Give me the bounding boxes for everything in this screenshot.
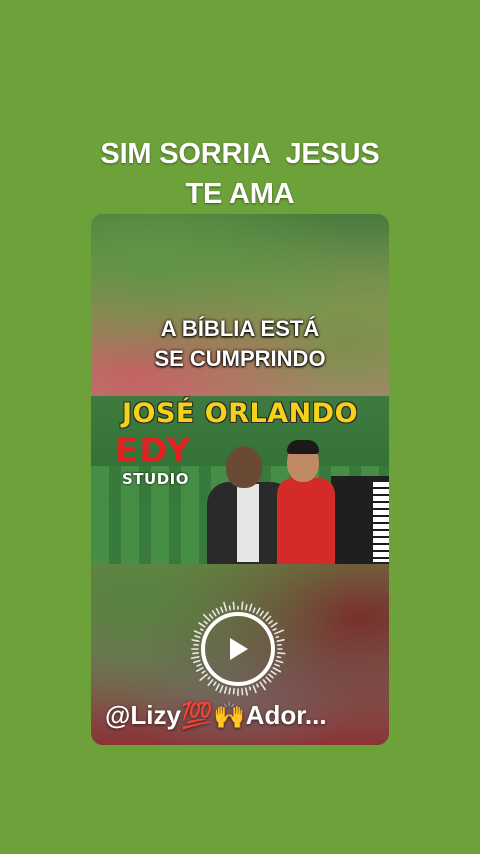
waveform-tick [196,663,202,667]
waveform-tick [211,610,217,617]
waveform-tick [248,686,252,691]
waveform-tick [268,673,274,679]
waveform-tick [213,681,217,686]
waveform-tick [270,670,277,676]
waveform-tick [223,686,228,694]
waveform-tick [259,610,264,617]
person-right-hair [287,440,319,454]
waveform-tick [201,670,206,674]
waveform-tick [207,679,214,687]
waveform-tick [190,655,200,660]
waveform-tick [262,611,269,619]
waveform-tick [262,679,267,684]
caption-line-1: A BÍBLIA ESTÁ [160,316,320,341]
play-icon [230,638,248,660]
waveform-tick [223,601,228,612]
waveform-tick [241,601,244,610]
waveform-tick [208,613,214,619]
video-thumbnail[interactable]: JOSÉ ORLANDO EDY STUDIO [91,396,389,564]
waveform-tick [202,613,211,622]
waveform-tick [256,607,261,615]
caption-line-2: SE CUMPRINDO [154,346,326,371]
waveform-tick [228,687,232,695]
username-label[interactable]: @Lizy💯🙌Ador... [105,698,383,732]
studio-logo-subtitle: STUDIO [122,470,189,488]
waveform-tick [270,622,278,628]
waveform-tick [275,659,284,664]
waveform-tick [252,685,257,694]
headline-line-1: SIM SORRIA JESUS [100,138,380,170]
waveform-tick [274,663,280,667]
waveform-tick [252,607,256,613]
play-button[interactable] [201,612,275,686]
video-caption: A BÍBLIA ESTÁ SE CUMPRINDO [91,314,389,374]
waveform-tick [268,620,274,625]
waveform-tick [265,615,272,622]
waveform-tick [203,620,208,625]
video-card[interactable]: A BÍBLIA ESTÁ SE CUMPRINDO JOSÉ ORLANDO … [91,214,389,745]
waveform-tick [198,622,206,628]
waveform-tick [215,683,220,691]
waveform-tick [265,676,272,683]
person-right-body [277,478,335,564]
waveform-tick [193,659,201,664]
waveform-tick [199,673,208,681]
waveform-tick [194,635,201,639]
thumbnail-title: JOSÉ ORLANDO [121,398,359,429]
waveform-tick [196,667,204,672]
waveform-tick [191,639,200,643]
waveform-tick [272,627,277,631]
waveform-tick [219,685,224,693]
waveform-tick [259,681,266,691]
waveform-tick [193,630,202,635]
waveform-tick [232,601,235,610]
studio-logo: EDY [115,431,192,471]
person-left-head [226,446,262,488]
waveform-tick [215,607,220,615]
waveform-tick [199,628,204,631]
waveform-tick [276,655,282,659]
keyboard-keys [373,482,389,562]
waveform-tick [276,639,285,643]
person-left-shirt [237,484,259,562]
waveform-tick [248,603,253,612]
waveform-tick [207,676,211,680]
waveform-tick [274,629,285,635]
waveform-tick [277,652,286,655]
headline-line-2: TE AMA [185,178,295,210]
waveform-tick [272,667,282,673]
waveform-tick [256,683,259,688]
waveform-tick [275,635,280,639]
waveform-tick [244,604,248,611]
waveform-tick [244,687,248,696]
waveform-tick [228,605,232,611]
headline: SIM SORRIA JESUS TE AMA [0,134,480,214]
waveform-tick [192,652,199,655]
waveform-tick [241,688,244,696]
waveform-tick [220,606,224,613]
